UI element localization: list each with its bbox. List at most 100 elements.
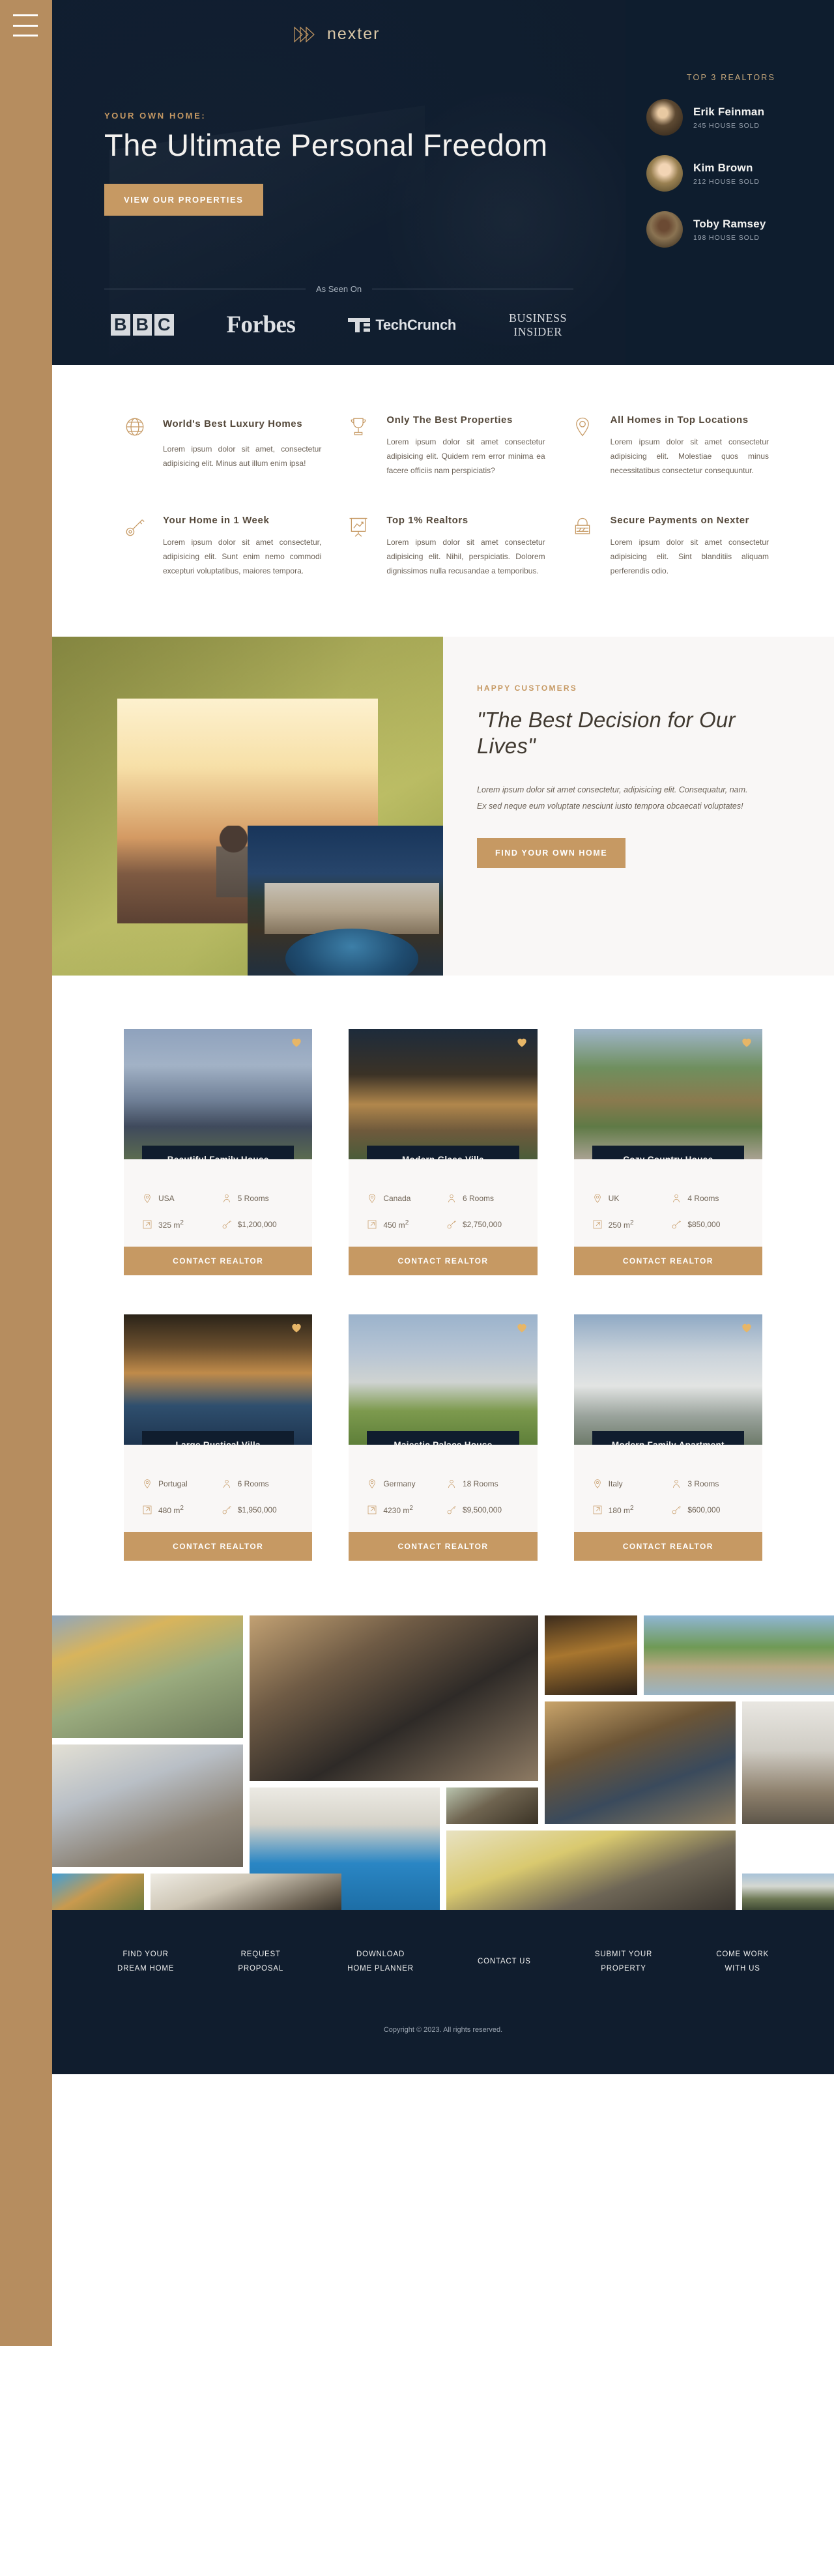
gallery-image-yellow-billiard-room[interactable]: [446, 1831, 736, 1911]
spec-price: $600,000: [671, 1505, 744, 1515]
view-properties-button[interactable]: VIEW OUR PROPERTIES: [104, 183, 263, 216]
feature-title: Secure Payments on Nexter: [610, 514, 750, 526]
testimonial-section: HAPPY CUSTOMERS "The Best Decision for O…: [52, 637, 834, 976]
spec-price: $9,500,000: [446, 1505, 519, 1515]
gallery-image-small-house-model[interactable]: [446, 1787, 539, 1825]
feature-item: All Homes in Top Locations Lorem ipsum d…: [571, 414, 769, 478]
spec-rooms: 4 Rooms: [671, 1193, 744, 1204]
property-area: 450 m2: [383, 1219, 409, 1230]
footer-link-contact-us[interactable]: CONTACT US: [478, 1955, 531, 1969]
key-icon: [222, 1506, 231, 1514]
property-rooms: 5 Rooms: [237, 1194, 269, 1204]
footer-link-download-home-planner[interactable]: DOWNLOAD HOME PLANNER: [347, 1948, 414, 1976]
property-specs: Germany 18 Rooms 4230 m2 $9,500,000: [349, 1445, 538, 1533]
contact-realtor-button[interactable]: CONTACT REALTOR: [349, 1532, 538, 1561]
contact-realtor-button[interactable]: CONTACT REALTOR: [124, 1247, 313, 1276]
footer-link-line2: WITH US: [725, 1964, 760, 1973]
property-card[interactable]: Beautiful Family House USA 5 Rooms 325 m…: [124, 1029, 313, 1276]
property-price: $2,750,000: [462, 1220, 502, 1230]
heart-icon[interactable]: [290, 1035, 303, 1049]
testimonial-kicker: HAPPY CUSTOMERS: [477, 684, 577, 693]
bi-line2: INSIDER: [513, 325, 562, 338]
gallery-image-wood-blind-living-room[interactable]: [249, 1615, 539, 1782]
property-photo: Beautiful Family House: [124, 1029, 313, 1160]
realtor-item[interactable]: Toby Ramsey 198 HOUSE SOLD: [646, 211, 816, 248]
property-photo: Modern Glass Villa: [349, 1029, 538, 1160]
hamburger-bar: [13, 24, 38, 27]
property-specs: USA 5 Rooms 325 m2 $1,200,000: [124, 1159, 313, 1247]
property-location: Portugal: [158, 1479, 188, 1489]
heart-icon[interactable]: [290, 1321, 303, 1334]
area-expand-icon: [367, 1220, 377, 1229]
testimonial-text: HAPPY CUSTOMERS "The Best Decision for O…: [443, 637, 834, 976]
as-seen-on-label: As Seen On: [315, 284, 362, 294]
footer-link-find-your-dream-home[interactable]: FIND YOUR DREAM HOME: [117, 1948, 174, 1976]
forbes-logo: Forbes: [226, 311, 296, 338]
contact-realtor-button[interactable]: CONTACT REALTOR: [573, 1247, 762, 1276]
property-card[interactable]: Large Rustical Villa Portugal 6 Rooms 48…: [124, 1314, 313, 1561]
gallery-image-tall-window-sitting-room[interactable]: [52, 1744, 243, 1868]
property-card[interactable]: Majestic Palace House Germany 18 Rooms 4…: [349, 1314, 538, 1561]
spec-location: Portugal: [142, 1479, 215, 1489]
property-card[interactable]: Modern Glass Villa Canada 6 Rooms 450 m2…: [349, 1029, 538, 1276]
realtor-name: Kim Brown: [693, 161, 753, 174]
feature-text: Lorem ipsum dolor sit amet consectetur a…: [386, 537, 545, 575]
realtor-houses-sold: 198 HOUSE SOLD: [693, 233, 760, 242]
feature-title: Only The Best Properties: [386, 414, 513, 426]
find-your-own-home-button[interactable]: FIND YOUR OWN HOME: [477, 837, 626, 868]
hero-right-panel: TOP 3 REALTORS Erik Feinman 245 HOUSE SO…: [626, 0, 834, 365]
footer-link-line1: CONTACT US: [478, 1958, 531, 1966]
realtor-item[interactable]: Erik Feinman 245 HOUSE SOLD: [646, 99, 816, 136]
heart-icon[interactable]: [515, 1035, 528, 1049]
contact-realtor-button[interactable]: CONTACT REALTOR: [573, 1532, 762, 1561]
spec-area: 480 m2: [142, 1505, 215, 1515]
property-card[interactable]: Modern Family Apartment Italy 3 Rooms 18…: [573, 1314, 762, 1561]
realtor-item[interactable]: Kim Brown 212 HOUSE SOLD: [646, 155, 816, 192]
property-rooms: 18 Rooms: [462, 1479, 498, 1489]
footer-link-submit-your-property[interactable]: SUBMIT YOUR PROPERTY: [595, 1948, 652, 1976]
contact-realtor-button[interactable]: CONTACT REALTOR: [349, 1247, 538, 1276]
footer-link-come-work-with-us[interactable]: COME WORK WITH US: [716, 1948, 769, 1976]
property-specs: UK 4 Rooms 250 m2 $850,000: [573, 1159, 762, 1247]
footer-nav: FIND YOUR DREAM HOME REQUEST PROPOSAL DO…: [117, 1948, 769, 1976]
area-expand-icon: [367, 1505, 377, 1514]
gallery-image-autumn-white-house[interactable]: [52, 1615, 243, 1739]
gallery-image-beach-bungalow[interactable]: [643, 1615, 834, 1696]
property-specs: Portugal 6 Rooms 480 m2 $1,950,000: [124, 1445, 313, 1533]
chart-presentation-icon: [347, 515, 375, 579]
map-pin-icon: [369, 1194, 376, 1204]
brand[interactable]: nexter: [293, 25, 380, 44]
key-icon: [447, 1221, 456, 1229]
gallery-image-winter-white-cottage[interactable]: [741, 1874, 834, 1911]
gallery-image-stone-fireplace-great-room[interactable]: [545, 1701, 736, 1825]
heart-icon[interactable]: [740, 1321, 753, 1334]
feature-title: World's Best Luxury Homes: [163, 418, 303, 429]
gallery-image-chandelier-dining-room[interactable]: [151, 1874, 341, 1911]
footer: FIND YOUR DREAM HOME REQUEST PROPOSAL DO…: [52, 1910, 834, 2074]
bbc-logo: B B C: [111, 314, 174, 336]
features-section: World's Best Luxury Homes Lorem ipsum do…: [52, 365, 834, 637]
gallery-image-dark-wood-interior[interactable]: [545, 1615, 637, 1696]
lock-icon: [571, 515, 599, 579]
copyright: Copyright © 2023. All rights reserved.: [383, 2025, 503, 2034]
techcrunch-mark-icon: [348, 317, 371, 332]
feature-text: Lorem ipsum dolor sit amet consectetur, …: [163, 537, 322, 575]
gallery-image-white-modern-kitchen[interactable]: [741, 1701, 834, 1825]
map-pin-icon: [571, 414, 599, 478]
spec-rooms: 6 Rooms: [446, 1193, 519, 1204]
heart-icon[interactable]: [515, 1321, 528, 1334]
property-rooms: 6 Rooms: [237, 1479, 269, 1489]
hamburger-menu-icon[interactable]: [13, 14, 38, 36]
person-icon: [223, 1194, 230, 1203]
gallery-image-villa-blue-sky[interactable]: [52, 1874, 145, 1911]
heart-icon[interactable]: [740, 1035, 753, 1049]
person-icon: [673, 1194, 680, 1203]
contact-realtor-button[interactable]: CONTACT REALTOR: [124, 1532, 313, 1561]
spec-location: Germany: [367, 1479, 440, 1489]
map-pin-icon: [594, 1479, 601, 1489]
property-card[interactable]: Cozy Country House UK 4 Rooms 250 m2 $85…: [573, 1029, 762, 1276]
footer-link-line1: REQUEST: [240, 1950, 281, 1959]
footer-link-request-proposal[interactable]: REQUEST PROPOSAL: [238, 1948, 283, 1976]
testimonial-body: Lorem ipsum dolor sit amet consectetur, …: [477, 785, 748, 811]
spec-rooms: 5 Rooms: [222, 1193, 295, 1204]
